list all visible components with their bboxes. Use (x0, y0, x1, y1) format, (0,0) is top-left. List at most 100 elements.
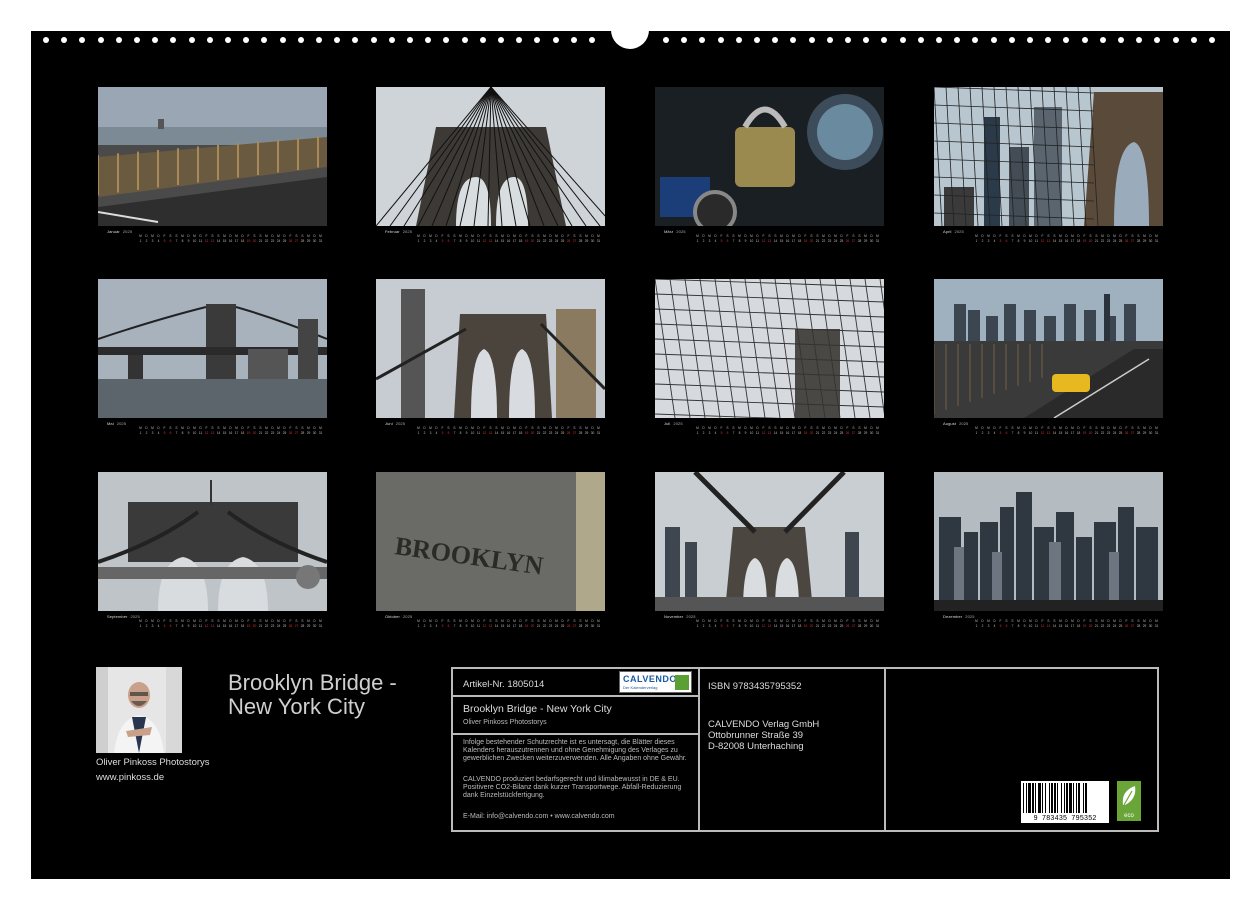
month-label: April2025 (943, 229, 964, 234)
weekday-letter: S (851, 426, 856, 430)
day-number: 6 (725, 239, 730, 243)
author-name: Oliver Pinkoss Photostorys (96, 757, 210, 768)
month-label: Februar2025 (385, 229, 412, 234)
weekday-letter: F (1040, 234, 1045, 238)
weekday-letter: S (572, 426, 577, 430)
weekday-letter: D (1034, 426, 1039, 430)
day-number: 9 (186, 239, 191, 243)
binding-hole (1045, 37, 1051, 43)
day-number: 27 (1130, 624, 1135, 628)
weekday-letter: S (210, 426, 215, 430)
weekday-letter: M (1058, 619, 1063, 623)
binding-hole (790, 37, 796, 43)
day-number: 11 (476, 624, 481, 628)
day-number: 31 (1154, 431, 1159, 435)
binding-hole (152, 37, 158, 43)
day-number: 27 (851, 624, 856, 628)
month-panel: März2025MDMDFSSMDMDFSSMDMDFSSMDMDFSSMDM1… (655, 87, 884, 247)
day-number: 13 (210, 239, 215, 243)
day-number: 21 (258, 431, 263, 435)
day-number: 24 (554, 239, 559, 243)
weekday-letter: M (416, 426, 421, 430)
weekday-letter: M (150, 619, 155, 623)
weekday-letter: M (1016, 619, 1021, 623)
weekday-letter: D (713, 426, 718, 430)
day-number: 5 (719, 431, 724, 435)
weekday-letter: M (779, 234, 784, 238)
weekday-letter: M (512, 426, 517, 430)
day-number: 20 (252, 239, 257, 243)
day-number: 28 (300, 624, 305, 628)
weekday-letter: D (240, 619, 245, 623)
weekday-letter: M (1058, 234, 1063, 238)
weekday-letter: D (464, 426, 469, 430)
weekday-letter: F (1124, 234, 1129, 238)
weekday-row: MDMDFSSMDMDFSSMDMDFSSMDMDFSSMDM (695, 234, 880, 238)
weekday-letter: D (312, 234, 317, 238)
author-photo (96, 667, 182, 753)
day-number: 21 (815, 431, 820, 435)
binding-hole (189, 37, 195, 43)
binding-hole (553, 37, 559, 43)
month-label: November2025 (664, 614, 696, 619)
month-panel: Januar2025MDMDFSSMDMDFSSMDMDFSSMDMDFSSMD… (98, 87, 327, 247)
day-number: 8 (180, 239, 185, 243)
weekday-letter: M (986, 234, 991, 238)
weekday-letter: M (222, 426, 227, 430)
day-number: 23 (827, 624, 832, 628)
day-number: 25 (560, 624, 565, 628)
weekday-letter: F (761, 619, 766, 623)
month-photo (98, 279, 327, 418)
month-name: März (664, 229, 673, 234)
day-number: 8 (1016, 624, 1021, 628)
day-number: 18 (240, 431, 245, 435)
weekday-letter: S (815, 426, 820, 430)
binding-hole (462, 37, 468, 43)
day-number-row: 1234567891011121314151617181920212223242… (416, 431, 601, 435)
day-number: 17 (512, 239, 517, 243)
weekday-letter: M (875, 234, 880, 238)
day-number: 14 (216, 431, 221, 435)
weekday-letter: M (1142, 426, 1147, 430)
weekday-letter: D (476, 234, 481, 238)
day-number: 5 (162, 624, 167, 628)
day-number: 13 (767, 624, 772, 628)
day-number: 22 (821, 624, 826, 628)
weekday-letter: F (1082, 234, 1087, 238)
weekday-letter: F (845, 234, 850, 238)
weekday-letter: D (186, 234, 191, 238)
weekday-letter: M (821, 619, 826, 623)
product-title: Brooklyn Bridge - New York City (463, 703, 612, 715)
day-number: 1 (974, 624, 979, 628)
day-number: 4 (713, 431, 718, 435)
day-number: 23 (827, 431, 832, 435)
day-number: 26 (566, 624, 571, 628)
day-number: 19 (246, 624, 251, 628)
weekday-letter: S (1010, 234, 1015, 238)
month-year: 2025 (403, 229, 412, 234)
day-number: 1 (416, 431, 421, 435)
binding-hole (809, 37, 815, 43)
day-number: 2 (980, 624, 985, 628)
weekday-letter: D (228, 426, 233, 430)
weekday-letter: M (1016, 234, 1021, 238)
weekday-letter: F (803, 426, 808, 430)
day-number: 22 (1100, 431, 1105, 435)
binding-hole (718, 37, 724, 43)
day-number: 27 (294, 239, 299, 243)
weekday-letter: M (458, 426, 463, 430)
day-number: 30 (1148, 431, 1153, 435)
weekday-letter: S (494, 619, 499, 623)
weekday-letter: S (536, 426, 541, 430)
day-number: 8 (458, 239, 463, 243)
weekday-letter: S (536, 234, 541, 238)
weekday-letter: D (506, 619, 511, 623)
day-number: 12 (1040, 239, 1045, 243)
day-number: 3 (150, 239, 155, 243)
day-number: 11 (198, 239, 203, 243)
day-number: 23 (270, 624, 275, 628)
weekday-letter: S (168, 234, 173, 238)
weekday-letter: S (294, 426, 299, 430)
weekday-letter: D (270, 619, 275, 623)
day-number: 2 (422, 431, 427, 435)
